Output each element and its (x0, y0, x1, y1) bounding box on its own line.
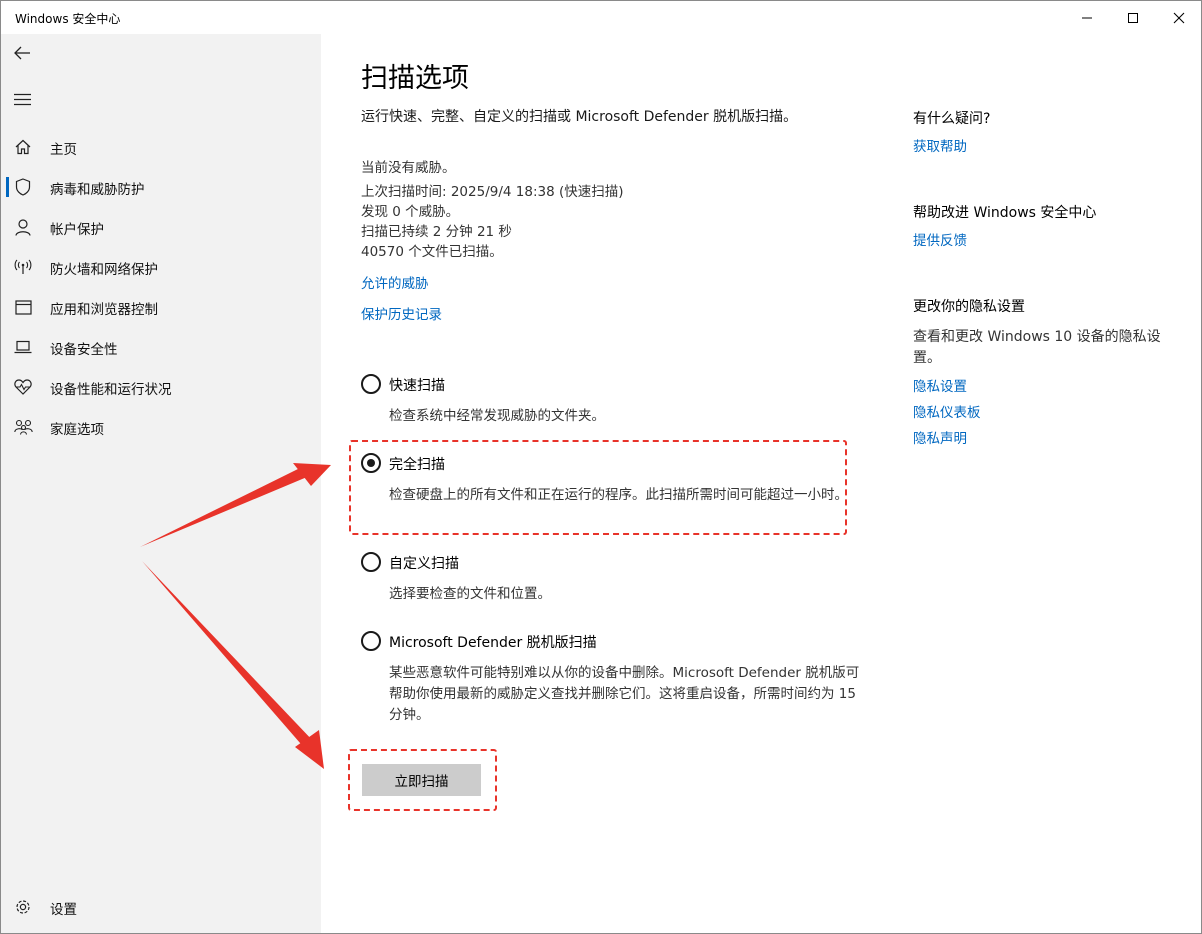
sidebar-item-virus-protection[interactable]: 病毒和威胁防护 (1, 167, 321, 207)
gear-icon (13, 898, 33, 916)
sidebar-item-label: 家庭选项 (50, 422, 104, 438)
privacy-heading: 更改你的隐私设置 (913, 299, 1025, 315)
menu-button[interactable] (9, 86, 35, 112)
get-help-link[interactable]: 获取帮助 (913, 135, 967, 155)
option-label: 自定义扫描 (389, 556, 459, 572)
sidebar-item-device-health[interactable]: 设备性能和运行状况 (1, 367, 321, 407)
feedback-link[interactable]: 提供反馈 (913, 229, 967, 249)
sidebar: 主页 病毒和威胁防护 帐户保护 防火墙和网络保护 应用和浏览器控制 设备安全性 … (1, 34, 321, 933)
maximize-icon (1128, 12, 1138, 23)
help-heading: 有什么疑问? (913, 111, 991, 127)
privacy-dashboard-link[interactable]: 隐私仪表板 (913, 401, 981, 421)
sidebar-item-firewall[interactable]: 防火墙和网络保护 (1, 247, 321, 287)
back-button[interactable] (9, 40, 35, 66)
quick-scan-radio[interactable] (361, 374, 381, 394)
minimize-button[interactable] (1064, 1, 1110, 34)
privacy-text: 查看和更改 Windows 10 设备的隐私设置。 (913, 329, 1161, 366)
home-icon (13, 138, 33, 156)
page-description: 运行快速、完整、自定义的扫描或 Microsoft Defender 脱机版扫描… (361, 109, 798, 125)
option-description: 选择要检查的文件和位置。 (389, 586, 551, 602)
sidebar-item-app-browser[interactable]: 应用和浏览器控制 (1, 287, 321, 327)
minimize-icon (1082, 17, 1092, 18)
option-description: 检查系统中经常发现威胁的文件夹。 (389, 408, 605, 424)
close-icon (1173, 12, 1185, 23)
sidebar-item-label: 防火墙和网络保护 (50, 262, 158, 278)
scan-button-highlight-box (348, 749, 497, 811)
back-arrow-icon (14, 46, 30, 60)
app-window: Windows 安全中心 主页 病毒和威胁防护 帐户保护 防火墙和网络保护 应用… (0, 0, 1202, 934)
maximize-button[interactable] (1110, 1, 1156, 34)
status-threats: 当前没有威胁。 (361, 160, 456, 176)
option-description: 某些恶意软件可能特别难以从你的设备中删除。Microsoft Defender … (389, 665, 860, 723)
wifi-icon (13, 258, 33, 276)
window-title: Windows 安全中心 (15, 12, 121, 26)
option-label: 快速扫描 (389, 378, 445, 394)
family-icon (13, 418, 33, 436)
status-last-scan: 上次扫描时间: 2025/9/4 18:38 (快速扫描) (361, 184, 624, 200)
sidebar-item-account[interactable]: 帐户保护 (1, 207, 321, 247)
app-window-icon (13, 298, 33, 316)
sidebar-item-home[interactable]: 主页 (1, 127, 321, 167)
person-icon (13, 218, 33, 236)
improve-heading: 帮助改进 Windows 安全中心 (913, 205, 1097, 221)
close-button[interactable] (1156, 1, 1201, 34)
status-files: 40570 个文件已扫描。 (361, 244, 503, 260)
sidebar-item-label: 设备性能和运行状况 (50, 382, 172, 398)
custom-scan-radio[interactable] (361, 552, 381, 572)
sidebar-item-label: 应用和浏览器控制 (50, 302, 158, 318)
title-bar: Windows 安全中心 (1, 1, 1201, 34)
status-duration: 扫描已持续 2 分钟 21 秒 (361, 224, 512, 240)
sidebar-item-label: 主页 (50, 142, 77, 158)
sidebar-item-device-security[interactable]: 设备安全性 (1, 327, 321, 367)
sidebar-item-label: 帐户保护 (50, 222, 104, 238)
protection-history-link[interactable]: 保护历史记录 (361, 303, 442, 323)
privacy-settings-link[interactable]: 隐私设置 (913, 375, 967, 395)
status-found: 发现 0 个威胁。 (361, 204, 460, 220)
offline-scan-radio[interactable] (361, 631, 381, 651)
laptop-icon (13, 338, 33, 356)
page-title: 扫描选项 (361, 63, 469, 94)
option-label: Microsoft Defender 脱机版扫描 (389, 635, 597, 651)
full-scan-highlight-box (349, 440, 847, 535)
hamburger-icon (13, 93, 31, 105)
sidebar-item-label: 设置 (50, 902, 77, 918)
sidebar-item-family[interactable]: 家庭选项 (1, 407, 321, 447)
sidebar-item-label: 病毒和威胁防护 (50, 182, 145, 198)
heart-pulse-icon (13, 378, 33, 396)
allowed-threats-link[interactable]: 允许的威胁 (361, 272, 429, 292)
active-indicator (6, 177, 9, 197)
shield-icon (13, 178, 33, 196)
privacy-statement-link[interactable]: 隐私声明 (913, 427, 967, 447)
sidebar-item-label: 设备安全性 (50, 342, 118, 358)
sidebar-item-settings[interactable]: 设置 (1, 887, 321, 927)
